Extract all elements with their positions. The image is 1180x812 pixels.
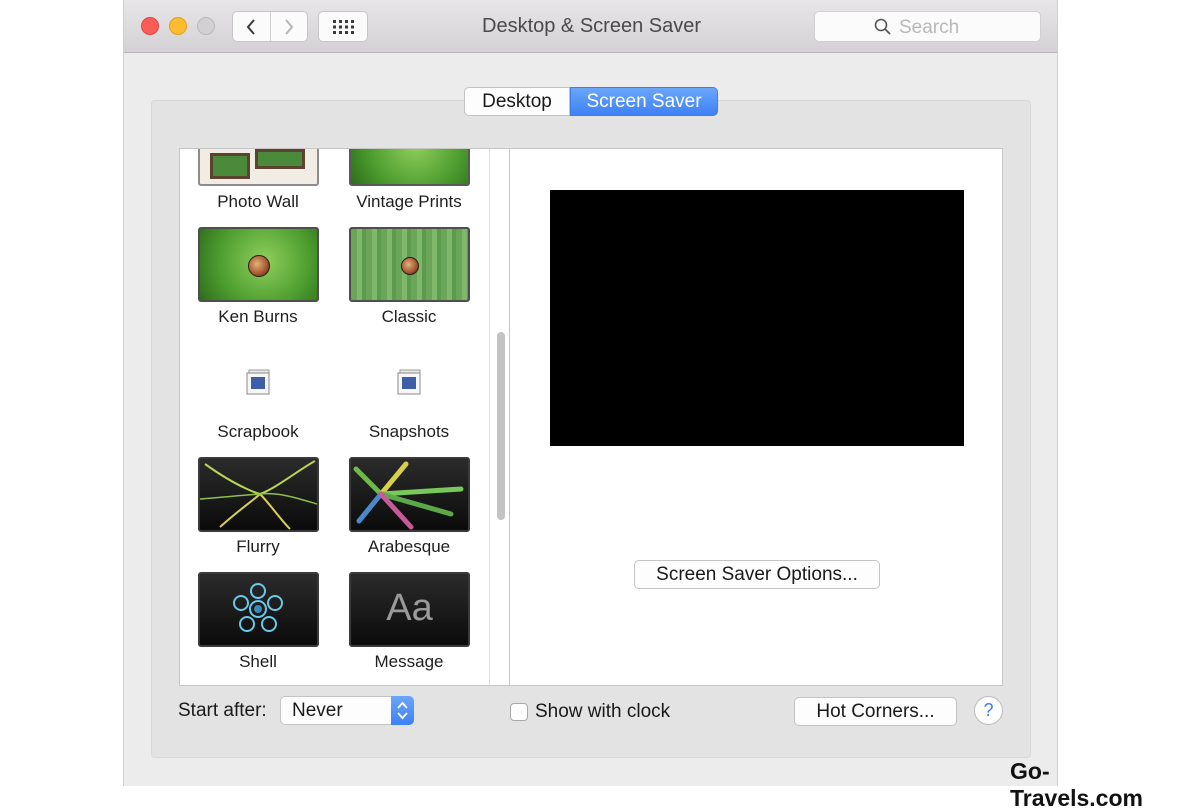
- title-bar: Desktop & Screen Saver Search: [124, 0, 1057, 53]
- grid-icon: [333, 19, 354, 34]
- hot-corners-button[interactable]: Hot Corners...: [794, 697, 957, 726]
- message-thumb-text: Aa: [386, 587, 433, 629]
- snapshots-icon: [397, 369, 421, 395]
- ken-burns-thumbnail: [198, 227, 319, 302]
- back-button[interactable]: [233, 12, 270, 41]
- search-field[interactable]: Search: [814, 11, 1041, 42]
- scrapbook-icon: [246, 369, 270, 395]
- show-all-button[interactable]: [318, 11, 368, 42]
- chevron-left-icon: [247, 18, 256, 35]
- screen-saver-label: Classic: [381, 307, 437, 326]
- help-button[interactable]: ?: [974, 696, 1003, 725]
- screen-saver-snapshots[interactable]: Snapshots: [334, 342, 484, 442]
- tab-bar: Desktop Screen Saver: [464, 87, 718, 116]
- screen-saver-label: Photo Wall: [217, 192, 299, 211]
- search-placeholder: Search: [899, 17, 960, 38]
- classic-thumbnail: [349, 227, 470, 302]
- screen-saver-classic[interactable]: Classic: [334, 227, 484, 327]
- shell-art: [233, 583, 283, 632]
- forward-button[interactable]: [269, 12, 307, 41]
- chevron-right-icon: [285, 18, 294, 35]
- arabesque-art: [353, 461, 464, 530]
- up-down-chevron-icon: [397, 701, 408, 720]
- screen-saver-list[interactable]: Photo Wall Vintage Prints Ken Burns Clas…: [179, 148, 512, 686]
- preferences-window: Desktop & Screen Saver Search Desktop Sc…: [123, 0, 1058, 786]
- screen-saver-message[interactable]: Aa Message: [334, 572, 484, 672]
- screen-saver-scrapbook[interactable]: Scrapbook: [183, 342, 333, 442]
- screen-saver-label: Message: [374, 652, 444, 671]
- preview-panel: Screen Saver Options...: [509, 148, 1003, 686]
- tab-desktop[interactable]: Desktop: [464, 87, 570, 116]
- search-icon: [874, 18, 891, 35]
- screen-saver-flurry[interactable]: Flurry: [183, 457, 333, 557]
- select-stepper[interactable]: [391, 696, 414, 725]
- screen-saver-arabesque[interactable]: Arabesque: [334, 457, 484, 557]
- zoom-window-button[interactable]: [197, 17, 215, 35]
- screen-saver-label: Scrapbook: [217, 422, 299, 441]
- screen-saver-label: Snapshots: [368, 422, 450, 441]
- screen-saver-options-button[interactable]: Screen Saver Options...: [634, 560, 880, 589]
- screen-saver-label: Ken Burns: [218, 307, 298, 326]
- screen-saver-preview: [550, 190, 964, 446]
- navigation-buttons: [232, 11, 308, 42]
- flurry-art: [200, 460, 317, 530]
- list-scrollbar[interactable]: [497, 332, 505, 520]
- screen-saver-label: Vintage Prints: [356, 192, 462, 211]
- vintage-prints-thumbnail: [349, 149, 470, 186]
- photo-wall-thumbnail: [198, 149, 319, 186]
- tab-screen-saver[interactable]: Screen Saver: [570, 87, 718, 116]
- screen-saver-shell[interactable]: Shell: [183, 572, 333, 672]
- list-divider: [489, 149, 490, 685]
- shell-thumbnail: [198, 572, 319, 647]
- start-after-value: Never: [292, 700, 343, 721]
- watermark: Go-Travels.com: [1010, 758, 1143, 811]
- start-after-select[interactable]: Never: [280, 696, 414, 725]
- window-title: Desktop & Screen Saver: [482, 15, 701, 37]
- flurry-thumbnail: [198, 457, 319, 532]
- screen-saver-label: Shell: [239, 652, 277, 671]
- minimize-window-button[interactable]: [169, 17, 187, 35]
- arabesque-thumbnail: [349, 457, 470, 532]
- screen-saver-vintage-prints[interactable]: Vintage Prints: [334, 149, 484, 211]
- start-after-label: Start after:: [178, 700, 267, 721]
- show-with-clock-label: Show with clock: [535, 701, 671, 722]
- screen-saver-label: Flurry: [236, 537, 280, 556]
- message-thumbnail: Aa: [349, 572, 470, 647]
- screen-saver-ken-burns[interactable]: Ken Burns: [183, 227, 333, 327]
- screen-saver-photo-wall[interactable]: Photo Wall: [183, 149, 333, 211]
- close-window-button[interactable]: [141, 17, 159, 35]
- show-with-clock-checkbox[interactable]: [510, 703, 528, 721]
- screen-saver-label: Arabesque: [367, 537, 451, 556]
